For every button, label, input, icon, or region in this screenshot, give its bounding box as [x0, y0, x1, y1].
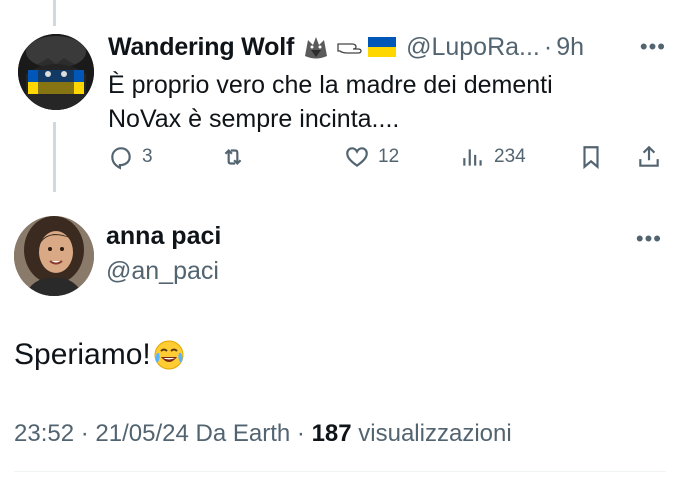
reply-icon — [111, 147, 131, 170]
bookmark-icon — [583, 146, 599, 170]
thread-connector-top — [53, 0, 56, 26]
heart-icon — [346, 147, 368, 167]
post-time[interactable]: 23:52 — [14, 420, 74, 447]
more-options-icon[interactable]: ••• — [636, 226, 662, 252]
reply-button[interactable]: 3 — [108, 144, 153, 170]
tweet-text-line-2: NoVax è sempre incinta.... — [108, 105, 400, 133]
post-source: Da Earth — [195, 420, 291, 447]
author-display-name[interactable]: anna paci — [106, 222, 221, 251]
repost-icon — [224, 148, 242, 166]
share-button[interactable] — [636, 144, 662, 170]
like-button[interactable]: 12 — [344, 144, 399, 170]
thread-connector — [53, 122, 56, 192]
tweet-metadata: 23:52 · 21/05/24 Da Earth · 187 visualiz… — [14, 420, 512, 448]
views-button[interactable]: 234 — [460, 144, 526, 170]
views-label: visualizzazioni — [358, 420, 512, 447]
tweet-text: È proprio vero che la madre dei dementi … — [108, 68, 668, 136]
separator-dot: · — [543, 32, 553, 61]
divider — [14, 471, 666, 472]
pointing-hand-icon — [337, 43, 362, 54]
tweet-text-line-1: È proprio vero che la madre dei dementi — [108, 71, 553, 99]
tweet-header: Wandering Wolf @LupoRa... · 9h — [108, 28, 668, 66]
separator-dot: · — [296, 420, 305, 447]
separator-dot: · — [80, 420, 89, 447]
tweet-actions: 3 12 234 — [108, 144, 668, 178]
ukraine-flag-icon — [368, 37, 397, 57]
author-handle[interactable]: @an_paci — [106, 257, 219, 286]
like-count: 12 — [378, 146, 400, 167]
share-icon — [639, 145, 659, 167]
main-tweet-text: Speriamo! — [14, 338, 185, 372]
tweet-time[interactable]: 9h — [556, 33, 584, 62]
tweet-text: Speriamo! — [14, 338, 151, 371]
bookmark-button[interactable] — [578, 144, 604, 170]
avatar-anna-paci[interactable] — [14, 216, 94, 296]
bar-chart-icon — [463, 149, 482, 166]
reply-count: 3 — [142, 146, 153, 167]
name-emojis — [302, 34, 397, 60]
face-with-tears-of-joy-icon — [154, 340, 184, 370]
parent-tweet[interactable]: Wandering Wolf @LupoRa... · 9h È proprio… — [108, 28, 668, 136]
repost-button[interactable] — [220, 144, 254, 170]
views-count: 234 — [494, 146, 526, 167]
author-handle[interactable]: @LupoRa... — [406, 33, 540, 62]
views-count: 187 — [311, 420, 352, 447]
author-display-name[interactable]: Wandering Wolf — [108, 33, 294, 62]
wolf-emoji-icon — [305, 37, 328, 59]
more-options-icon[interactable]: ••• — [640, 34, 666, 60]
post-date[interactable]: 21/05/24 — [95, 420, 188, 447]
avatar-wandering-wolf[interactable] — [18, 34, 94, 110]
